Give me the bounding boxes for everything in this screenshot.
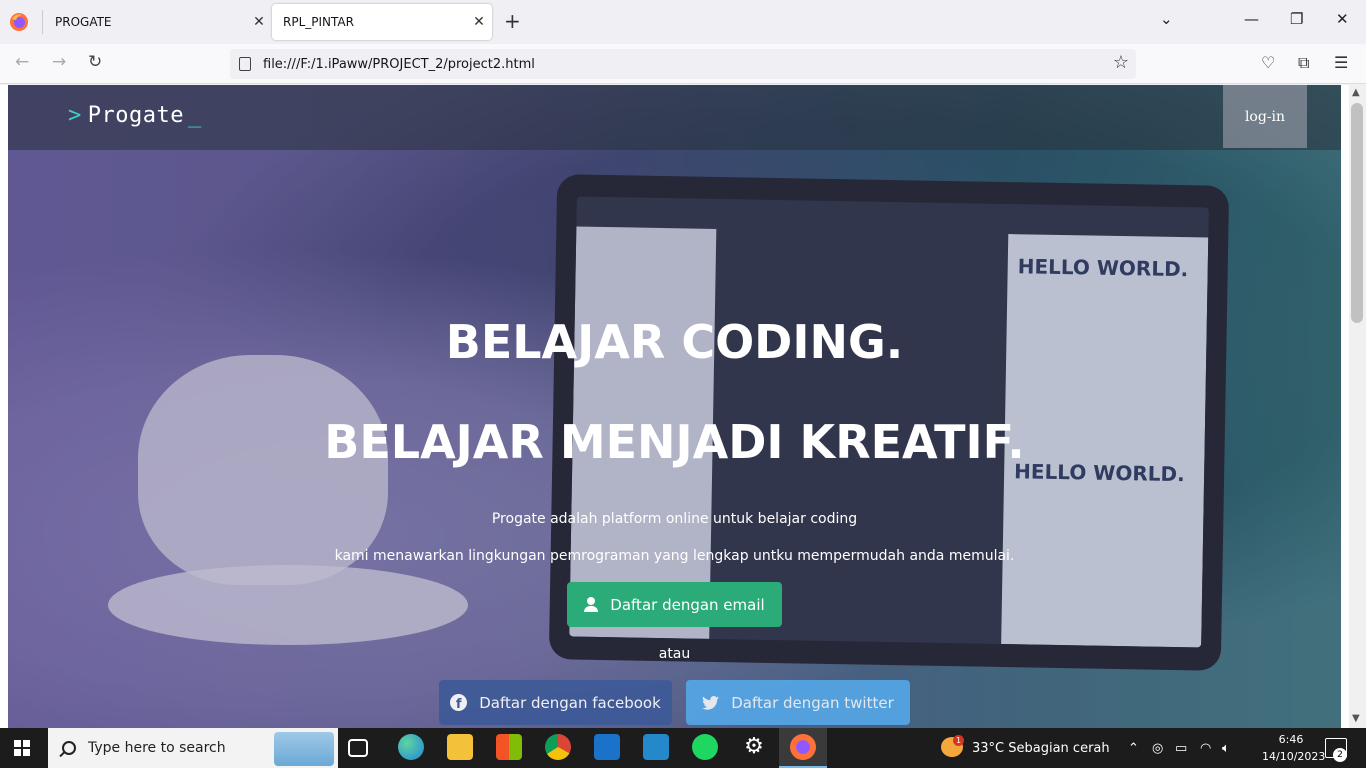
network-adapter-icon[interactable]: ▭ [1175,741,1187,756]
facebook-icon: f [450,694,468,711]
firefox-taskbar-icon [790,734,816,760]
taskbar: Type here to search ⚙ 1 33°C Sebagian ce… [0,728,1366,768]
vscode-icon[interactable] [643,734,669,760]
bookmark-star-icon[interactable]: ☆ [1113,52,1129,73]
settings-icon[interactable]: ⚙ [741,734,767,760]
tab-separator [42,10,43,34]
signup-facebook-label: Daftar dengan facebook [479,693,661,712]
signup-twitter-label: Daftar dengan twitter [731,693,894,712]
description-line-1: Progate adalah platform online untuk bel… [491,511,858,527]
chrome-icon[interactable] [545,734,571,760]
headline-kreatif: BELAJAR MENJADI KREATIF. [324,415,1025,469]
page-icon [239,57,251,71]
extensions-icon[interactable]: ⧉ [1298,53,1309,73]
minimize-button[interactable]: — [1244,10,1259,28]
signup-twitter-button[interactable]: Daftar dengan twitter [686,680,910,725]
search-icon [62,741,76,755]
menu-icon[interactable]: ☰ [1334,53,1348,72]
browser-tab-bar: PROGATE ✕ RPL_PINTAR ✕ + ⌄ — ❐ ✕ [0,0,1366,44]
description-line-2: kami menawarkan lingkungan pemrograman y… [334,548,1015,564]
list-all-tabs-icon[interactable]: ⌄ [1160,10,1173,28]
close-tab-icon[interactable]: ✕ [246,14,272,30]
tab-progate[interactable]: PROGATE ✕ [44,4,272,40]
site-header: > Progate _ log-in [8,85,1341,150]
file-explorer-icon[interactable] [447,734,473,760]
signup-email-label: Daftar dengan email [610,595,765,614]
signup-email-button[interactable]: Daftar dengan email [567,582,782,627]
or-text: atau [658,646,691,662]
firefox-taskbar-button[interactable] [779,728,827,768]
spotify-icon[interactable] [692,734,718,760]
user-icon [584,597,599,612]
hero-overlay [8,85,1341,728]
firefox-icon[interactable] [8,11,30,33]
clock[interactable]: 6:46 14/10/2023 [1262,731,1326,765]
tab-rpl-pintar[interactable]: RPL_PINTAR ✕ [272,4,492,40]
windows-start-icon[interactable] [14,740,30,756]
volume-icon[interactable]: 🔈︎ [1222,741,1230,756]
pocket-icon[interactable]: ♡ [1261,53,1275,72]
wifi-icon[interactable]: ◠ [1200,741,1211,756]
notification-count-badge: 2 [1333,748,1347,762]
progate-logo[interactable]: > Progate _ [68,103,202,128]
navigation-toolbar: ← → ↻ file:///F:/1.iPaww/PROJECT_2/proje… [0,44,1366,84]
weather-text[interactable]: 33°C Sebagian cerah [972,741,1110,756]
page-viewport: HELLO WORLD. HELLO WORLD. > Progate _ log-… [0,85,1366,728]
clock-date: 14/10/2023 [1262,750,1326,763]
url-text: file:///F:/1.iPaww/PROJECT_2/project2.ht… [263,56,535,72]
scrollbar-thumb[interactable] [1351,103,1363,323]
logo-cursor: _ [187,103,202,128]
tab-title: PROGATE [55,15,112,29]
restore-button[interactable]: ❐ [1290,10,1303,28]
back-button[interactable]: ← [15,52,29,72]
scroll-down-icon[interactable]: ▼ [1352,713,1360,724]
logo-text: Progate [87,103,184,128]
twitter-icon [702,695,720,710]
close-tab-icon[interactable]: ✕ [466,14,492,30]
login-button[interactable]: log-in [1223,85,1307,148]
new-tab-button[interactable]: + [504,9,521,33]
mail-icon[interactable] [594,734,620,760]
headline-coding: BELAJAR CODING. [445,315,904,369]
signup-facebook-button[interactable]: f Daftar dengan facebook [439,680,672,725]
tab-title: RPL_PINTAR [283,15,354,29]
task-view-icon[interactable] [348,739,368,757]
forward-button[interactable]: → [52,52,66,72]
scroll-up-icon[interactable]: ▲ [1352,87,1360,98]
search-placeholder: Type here to search [88,740,226,756]
logo-chevron: > [68,103,82,128]
store-icon[interactable] [496,734,522,760]
edge-icon[interactable] [398,734,424,760]
close-window-button[interactable]: ✕ [1336,10,1349,28]
search-highlight-image [274,732,334,766]
taskbar-search[interactable]: Type here to search [48,728,338,768]
show-hidden-icons-icon[interactable]: ⌃ [1128,741,1139,756]
reload-button[interactable]: ↻ [88,52,102,72]
hero-section: HELLO WORLD. HELLO WORLD. > Progate _ log-… [8,85,1341,728]
weather-badge: 1 [953,735,964,746]
meet-now-icon[interactable]: ◎ [1152,741,1163,756]
address-bar[interactable]: file:///F:/1.iPaww/PROJECT_2/project2.ht… [230,49,1136,79]
clock-time: 6:46 [1278,733,1304,746]
